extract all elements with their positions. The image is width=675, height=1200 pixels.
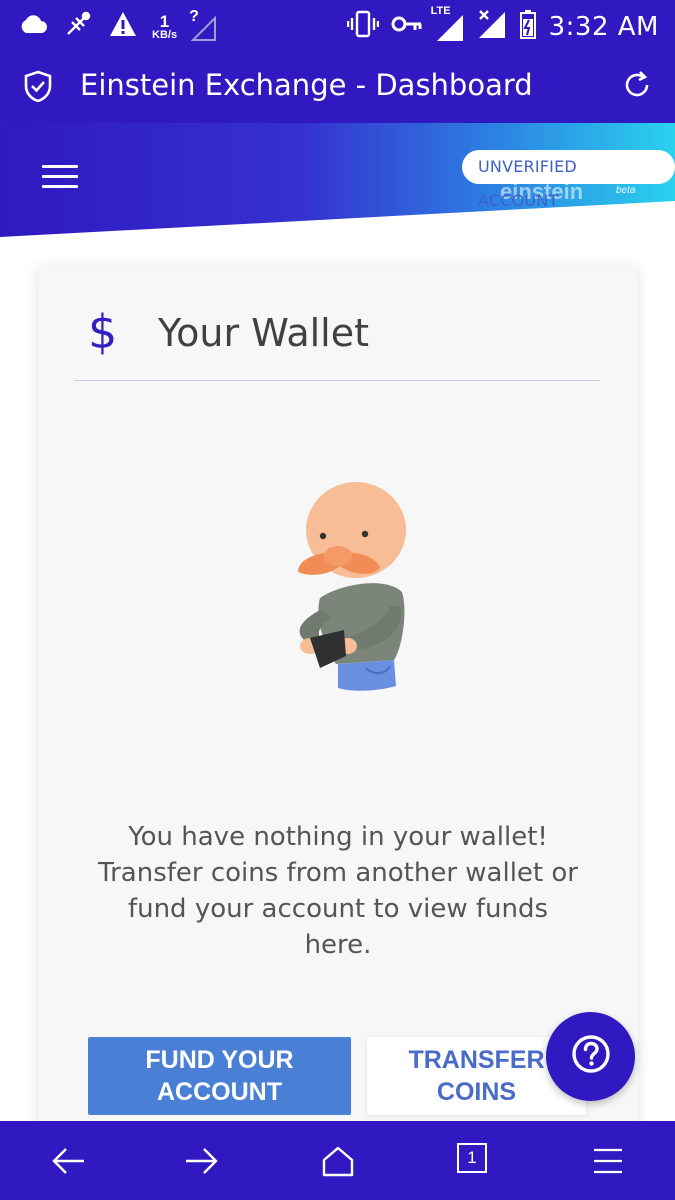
wallet-title: Your Wallet [158,311,370,355]
beta-badge: beta [616,185,636,196]
lte-signal-icon: LTE [431,5,465,43]
menu-line [42,175,78,178]
forward-icon[interactable] [182,1143,222,1179]
fund-account-button[interactable]: FUND YOUR ACCOUNT [88,1037,351,1115]
network-speed: 1 KB/s [152,13,177,41]
back-icon[interactable] [48,1143,88,1179]
menu-line [42,185,78,188]
help-icon [571,1034,611,1079]
warning-icon [108,10,138,43]
header-banner: einstein beta UNVERIFIED ACCOUNT [0,123,675,238]
hamburger-menu-button[interactable] [42,165,78,191]
empty-wallet-message: You have nothing in your wallet! Transfe… [98,822,578,960]
shield-icon [24,70,52,107]
empty-wallet-illustration [290,480,410,705]
satellite-icon [62,8,94,45]
menu-icon[interactable] [588,1143,628,1179]
fund-button-label-line1: FUND YOUR [145,1046,294,1074]
clock: 3:32 AM [548,11,659,42]
battery-icon [519,9,537,44]
speed-value: 1 [159,11,170,31]
no-signal-icon: ? [189,8,217,42]
fund-button-label-line2: ACCOUNT [157,1078,282,1106]
app-bar: Einstein Exchange - Dashboard [0,50,675,124]
divider [74,380,600,381]
dollar-icon: $ [88,305,118,359]
help-button[interactable] [546,1012,635,1101]
page-title: Einstein Exchange - Dashboard [80,68,533,102]
home-icon[interactable] [318,1143,358,1179]
bottom-navigation: 1 [0,1121,675,1200]
speed-unit: KB/s [152,28,178,41]
menu-line [42,165,78,168]
vibrate-icon [346,9,379,44]
wallet-card: $ Your Wallet You have nothing in your w… [38,265,638,1145]
key-icon [391,13,423,40]
signal-x-icon [477,8,507,45]
status-bar: 1 KB/s ? LTE 3:32 AM [0,0,675,50]
tab-count: 1 [457,1143,487,1173]
reload-icon[interactable] [621,69,653,106]
account-status-badge[interactable]: UNVERIFIED ACCOUNT [462,150,675,210]
tabs-icon[interactable]: 1 [457,1143,497,1179]
cloud-icon [18,13,48,40]
